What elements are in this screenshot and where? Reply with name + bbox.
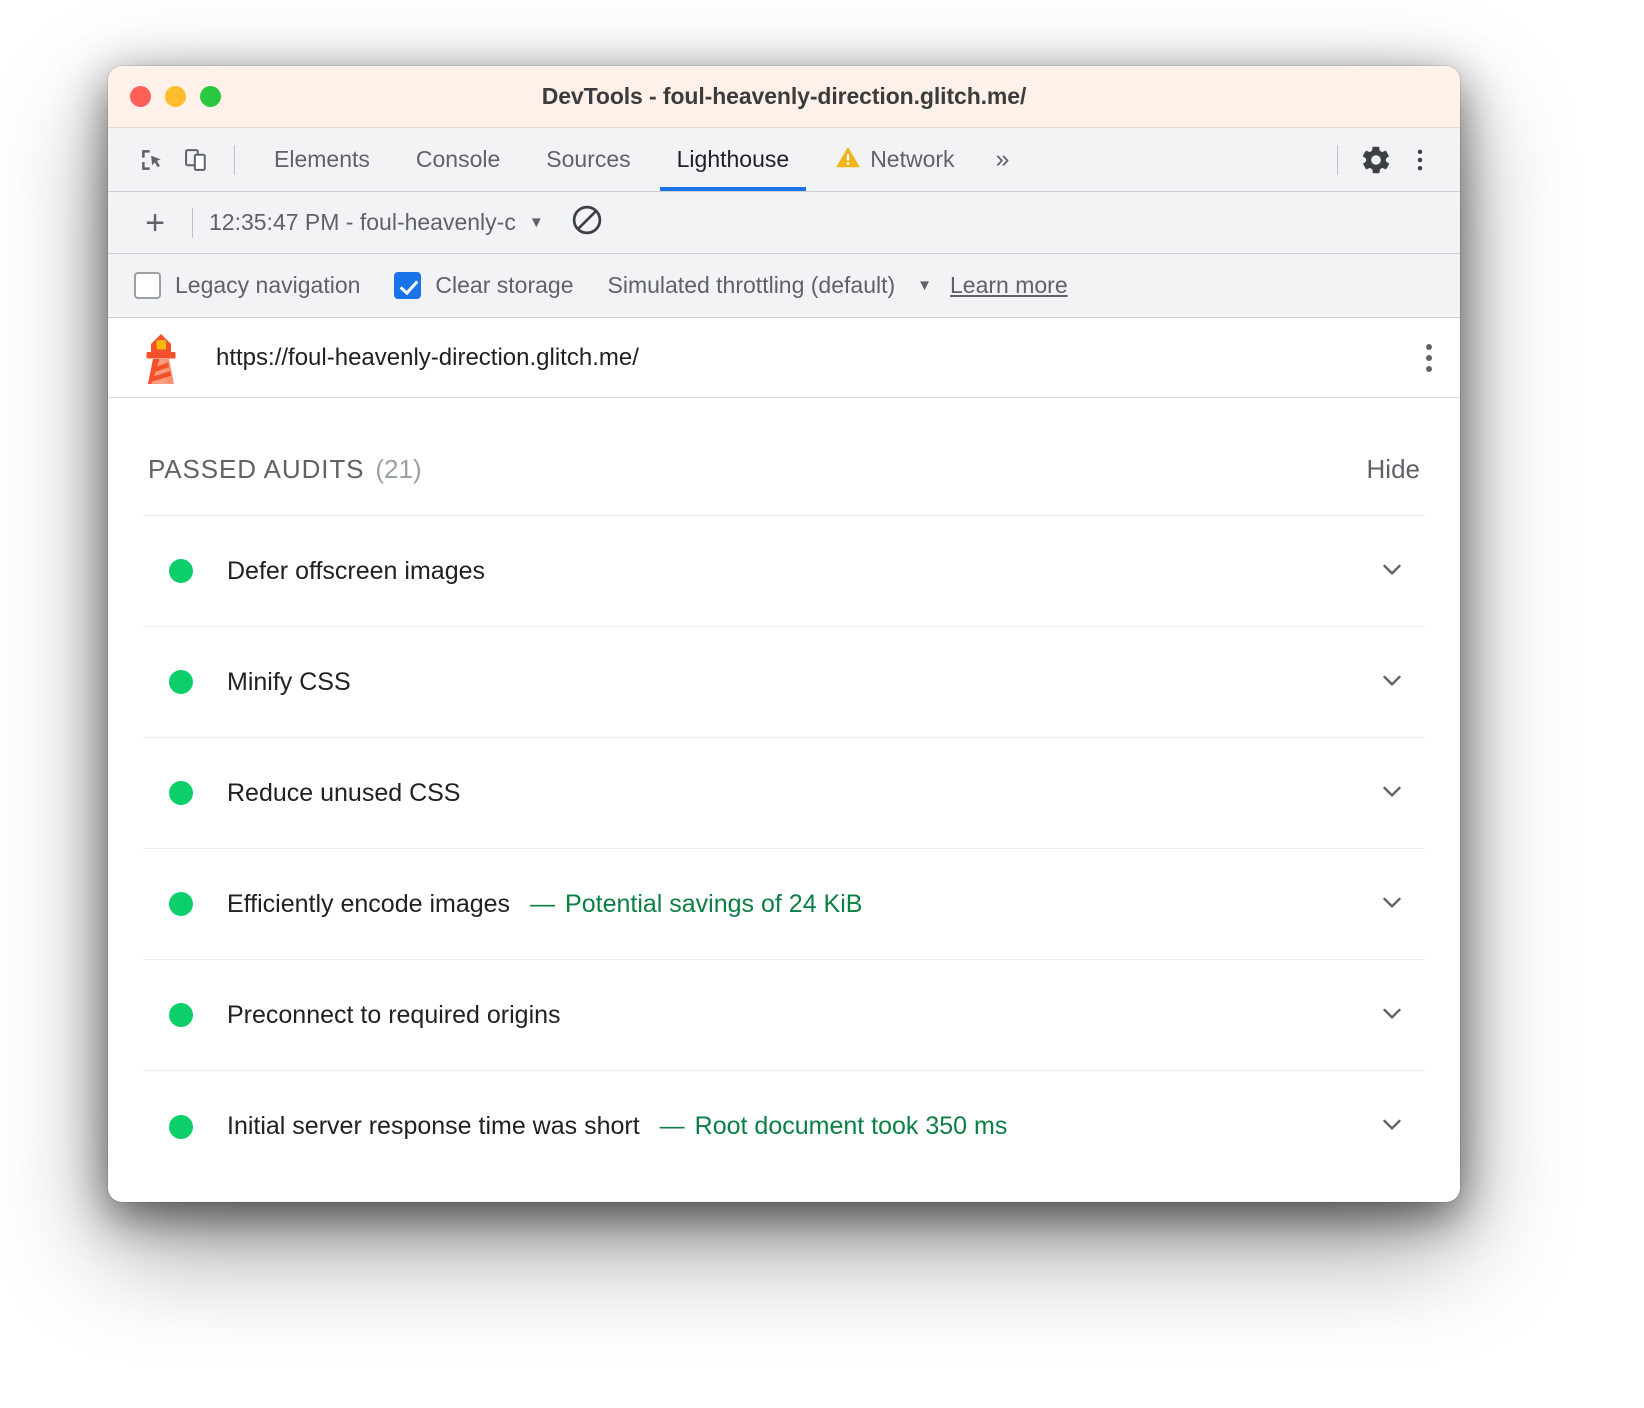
tab-console-label: Console [416,146,500,173]
tab-network[interactable]: Network [812,128,977,191]
audit-title: Minify CSS [227,668,351,697]
report-kebab-menu-icon[interactable] [1426,344,1432,372]
throttling-chevron-down-icon[interactable]: ▼ [917,277,932,294]
chevron-down-icon[interactable] [1377,554,1407,589]
audit-row-minify-css[interactable]: Minify CSS [143,627,1425,738]
gear-icon[interactable] [1354,138,1398,182]
audit-title: Preconnect to required origins [227,1001,561,1030]
page-title: PASSED AUDITS [148,454,364,485]
legacy-navigation-checkbox[interactable]: Legacy navigation [134,272,360,299]
audit-title: Efficiently encode images [227,890,510,919]
device-toolbar-icon[interactable] [174,138,218,182]
window-title: DevTools - foul-heavenly-direction.glitc… [108,83,1460,110]
maximize-window-button[interactable] [200,86,221,107]
tab-sources[interactable]: Sources [523,128,653,191]
chevron-down-icon: ▼ [529,214,544,231]
audit-detail-text: Root document took 350 ms [695,1112,1008,1140]
run-toolbar-divider [192,208,193,238]
audit-row-initial-server-response-time[interactable]: Initial server response time was short —… [143,1071,1425,1182]
clear-storage-checkbox[interactable]: Clear storage [394,272,573,299]
panel-tabs: Elements Console Sources Lighthouse [251,128,1025,191]
lighthouse-report: PASSED AUDITS (21) Hide Defer offscreen … [108,398,1460,1182]
screenshot-stage: DevTools - foul-heavenly-direction.glitc… [0,0,1644,1408]
audit-title: Defer offscreen images [227,557,485,586]
window-titlebar: DevTools - foul-heavenly-direction.glitc… [108,66,1460,128]
audit-detail-text: Potential savings of 24 KiB [565,890,862,918]
actions-divider [1337,145,1338,175]
audit-detail: — Potential savings of 24 KiB [530,890,862,919]
kebab-dot [1426,355,1432,361]
minimize-window-button[interactable] [165,86,186,107]
pass-status-icon [169,1003,193,1027]
audit-row-reduce-unused-css[interactable]: Reduce unused CSS [143,738,1425,849]
pass-status-icon [169,781,193,805]
pass-status-icon [169,559,193,583]
audit-detail-dash: — [660,1112,685,1140]
pass-status-icon [169,1115,193,1139]
toolbar-divider [234,145,235,175]
lighthouse-settings-row: Legacy navigation Clear storage Simulate… [108,254,1460,318]
tab-elements-label: Elements [274,146,370,173]
tab-elements[interactable]: Elements [251,128,393,191]
devtools-kebab-menu-icon[interactable] [1398,138,1442,182]
chevron-down-icon[interactable] [1377,665,1407,700]
legacy-navigation-label: Legacy navigation [175,272,360,299]
tabstrip-actions [1321,138,1442,182]
pass-status-icon [169,670,193,694]
tab-network-label: Network [870,146,954,173]
kebab-dot [1426,344,1432,350]
tab-lighthouse[interactable]: Lighthouse [654,128,813,191]
chevron-down-icon[interactable] [1377,887,1407,922]
report-select[interactable]: 12:35:47 PM - foul-heavenly-c ▼ [209,209,544,236]
inspect-element-icon[interactable] [130,138,174,182]
new-report-button[interactable]: + [134,206,176,240]
traffic-lights [130,86,221,107]
tab-console[interactable]: Console [393,128,523,191]
lighthouse-logo-icon [138,332,184,384]
kebab-dot [1426,366,1432,372]
close-window-button[interactable] [130,86,151,107]
report-select-value: 12:35:47 PM - foul-heavenly-c [209,209,516,236]
clear-storage-box[interactable] [394,272,421,299]
report-urlbar: https://foul-heavenly-direction.glitch.m… [108,318,1460,398]
more-tabs-button[interactable]: » [978,145,1026,174]
pass-status-icon [169,892,193,916]
passed-audits-list: Defer offscreen images Minify CSS Reduce… [143,515,1425,1182]
learn-more-link[interactable]: Learn more [950,272,1068,299]
devtools-window: DevTools - foul-heavenly-direction.glitc… [108,66,1460,1202]
audit-title: Initial server response time was short [227,1112,640,1141]
legacy-navigation-box[interactable] [134,272,161,299]
tab-sources-label: Sources [546,146,630,173]
chevron-down-icon[interactable] [1377,776,1407,811]
audit-row-efficiently-encode-images[interactable]: Efficiently encode images — Potential sav… [143,849,1425,960]
report-url: https://foul-heavenly-direction.glitch.m… [216,344,639,372]
passed-audits-header: PASSED AUDITS (21) Hide [138,398,1430,515]
lighthouse-run-toolbar: + 12:35:47 PM - foul-heavenly-c ▼ [108,192,1460,254]
audit-row-defer-offscreen-images[interactable]: Defer offscreen images [143,516,1425,627]
audit-row-preconnect-to-required-origins[interactable]: Preconnect to required origins [143,960,1425,1071]
audit-title: Reduce unused CSS [227,779,460,808]
audit-detail-dash: — [530,890,555,918]
devtools-tabstrip: Elements Console Sources Lighthouse [108,128,1460,192]
hide-passed-audits-button[interactable]: Hide [1367,454,1420,485]
warning-triangle-icon [835,145,861,175]
throttling-select-label[interactable]: Simulated throttling (default) [608,272,896,299]
chevron-down-icon[interactable] [1377,998,1407,1033]
clear-storage-label: Clear storage [435,272,573,299]
audit-detail: — Root document took 350 ms [660,1112,1008,1141]
tab-lighthouse-label: Lighthouse [677,146,790,173]
clear-all-reports-button[interactable] [570,203,604,242]
chevron-down-icon[interactable] [1377,1109,1407,1144]
passed-audits-count: (21) [375,454,421,485]
